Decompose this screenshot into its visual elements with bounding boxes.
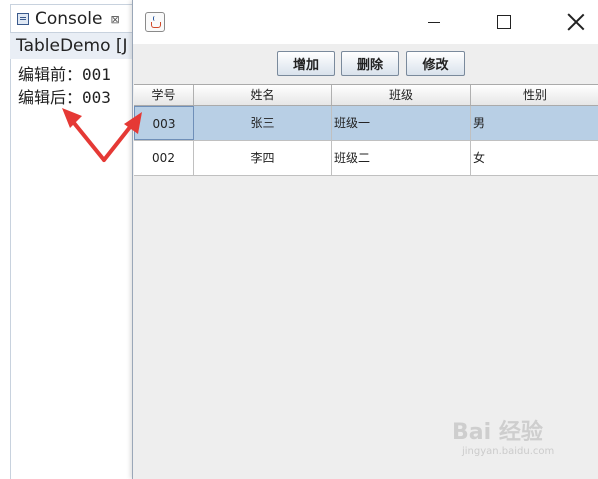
- baidu-watermark-url: jingyan.baidu.com: [462, 446, 555, 457]
- console-panel: Console ⊠ TableDemo [J 编辑前：001 编辑后：003: [0, 0, 140, 479]
- minimize-icon: [428, 21, 440, 23]
- column-header-name[interactable]: 姓名: [194, 85, 332, 105]
- table-cell-id[interactable]: 002: [134, 141, 194, 175]
- column-header-id[interactable]: 学号: [134, 85, 194, 105]
- console-header: TableDemo [J: [10, 32, 135, 59]
- table-cell-class[interactable]: 班级一: [332, 106, 471, 140]
- title-bar[interactable]: [133, 0, 598, 44]
- console-process-label: TableDemo [J: [16, 36, 128, 56]
- console-tab-label: Console: [35, 9, 103, 29]
- table-cell-id[interactable]: 003: [134, 106, 194, 140]
- column-header-class[interactable]: 班级: [332, 85, 471, 105]
- java-cup-icon: [145, 12, 165, 32]
- console-tab[interactable]: Console ⊠: [10, 4, 137, 33]
- console-line: 编辑后：003: [18, 88, 111, 107]
- console-line: 编辑前：001: [18, 65, 111, 84]
- toolbar: 增加 删除 修改: [133, 44, 598, 84]
- add-button[interactable]: 增加: [277, 51, 335, 76]
- table-row[interactable]: 003 张三 班级一 男: [134, 106, 598, 141]
- minimize-button[interactable]: [411, 0, 457, 44]
- console-output: 编辑前：001 编辑后：003: [10, 58, 135, 479]
- close-icon: [567, 13, 585, 31]
- edit-button[interactable]: 修改: [406, 51, 465, 76]
- table-cell-gender[interactable]: 女: [471, 141, 598, 175]
- table-row[interactable]: 002 李四 班级二 女: [134, 141, 598, 176]
- close-tab-icon[interactable]: ⊠: [111, 13, 120, 26]
- table-cell-name[interactable]: 李四: [194, 141, 332, 175]
- table-cell-name[interactable]: 张三: [194, 106, 332, 140]
- table-demo-window: 增加 删除 修改 学号 姓名 班级 性别 003 张三 班级一 男 002 李四…: [132, 0, 598, 479]
- table-cell-gender[interactable]: 男: [471, 106, 598, 140]
- baidu-watermark: Bai 经验: [452, 420, 543, 445]
- console-icon: [17, 13, 29, 25]
- column-header-gender[interactable]: 性别: [471, 85, 598, 105]
- table-header: 学号 姓名 班级 性别: [134, 84, 598, 106]
- table-cell-class[interactable]: 班级二: [332, 141, 471, 175]
- close-button[interactable]: [553, 0, 598, 44]
- delete-button[interactable]: 删除: [341, 51, 399, 76]
- maximize-icon: [497, 15, 511, 29]
- maximize-button[interactable]: [481, 0, 527, 44]
